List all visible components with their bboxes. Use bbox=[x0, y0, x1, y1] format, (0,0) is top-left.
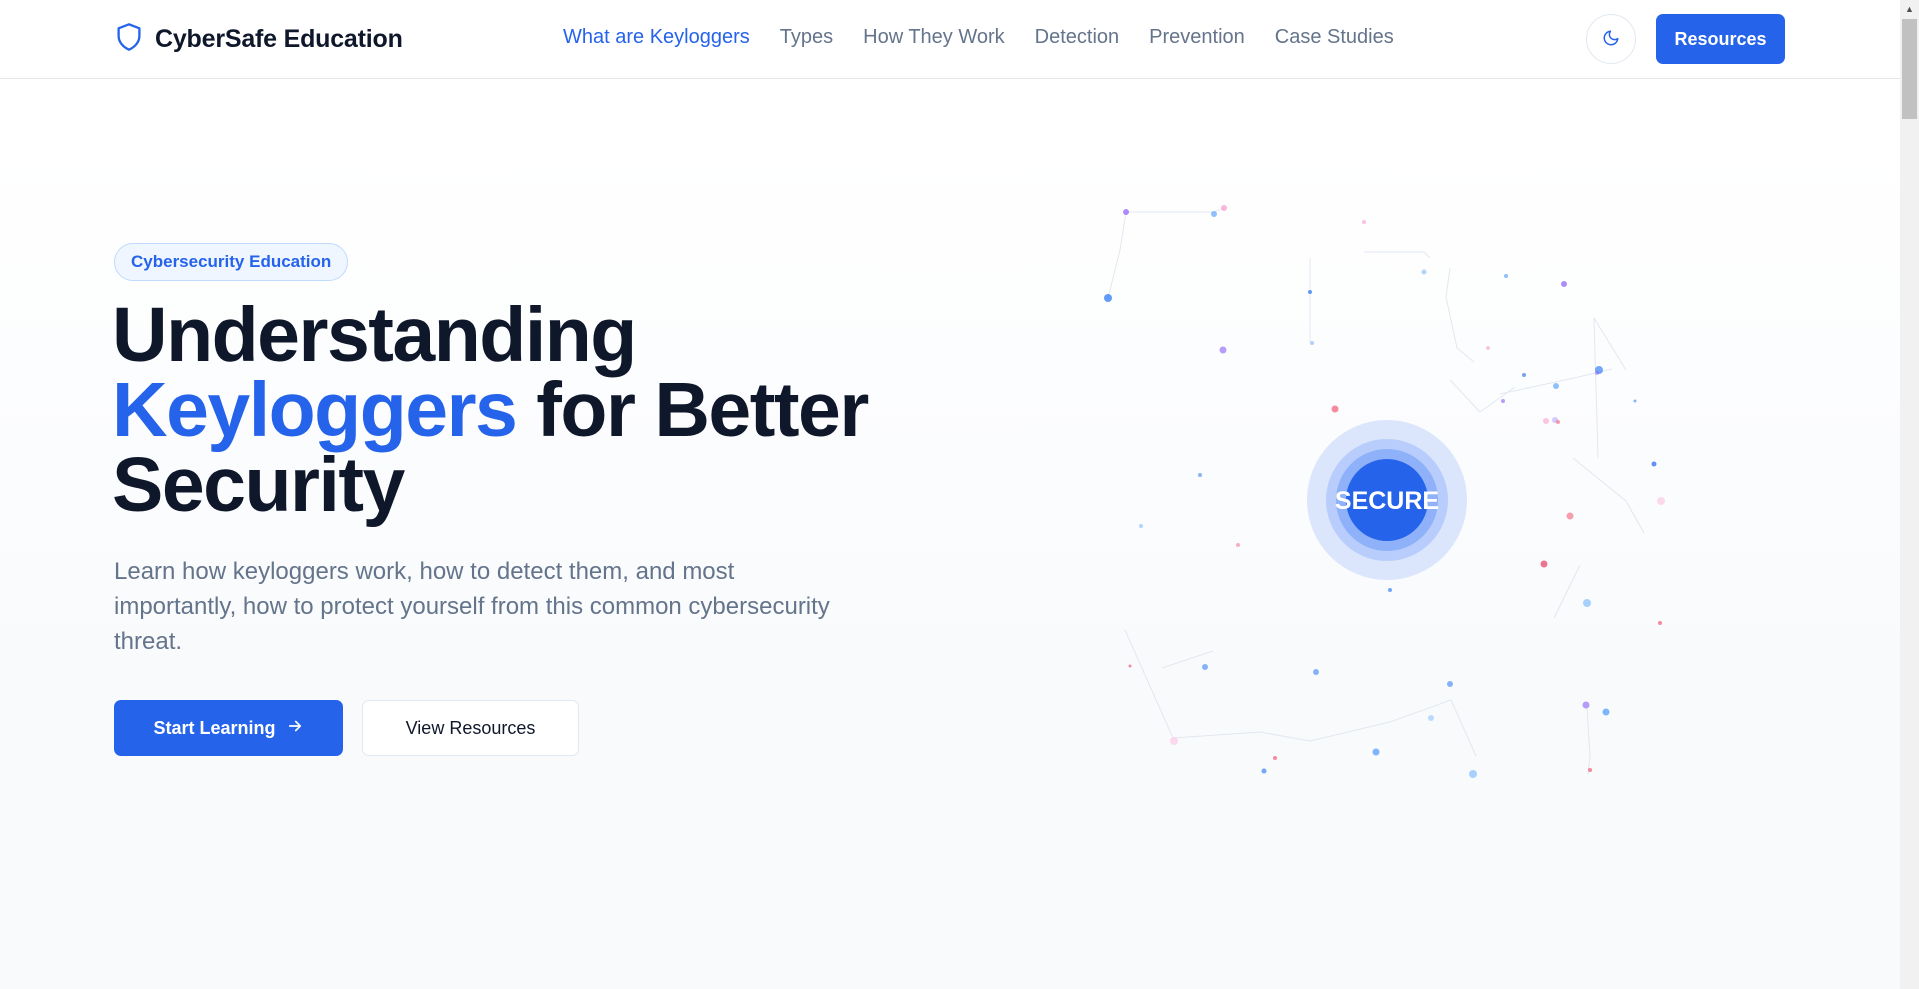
hero-subtitle: Learn how keyloggers work, how to detect… bbox=[114, 558, 830, 655]
scrollbar-thumb[interactable] bbox=[1902, 19, 1917, 119]
brand-logo[interactable]: CyberSafe Education bbox=[115, 22, 403, 57]
page-scrollbar[interactable]: ▲ bbox=[1900, 0, 1919, 989]
nav-item-detection[interactable]: Detection bbox=[1035, 26, 1120, 49]
brand-name: CyberSafe Education bbox=[155, 25, 403, 53]
secure-emblem: SECURE bbox=[1307, 420, 1467, 580]
hero-title-part1: Understanding bbox=[112, 292, 637, 378]
theme-toggle-button[interactable] bbox=[1586, 14, 1636, 64]
nav-item-types[interactable]: Types bbox=[780, 26, 833, 49]
site-header: CyberSafe Education What are Keyloggers … bbox=[0, 0, 1900, 79]
nav-item-prevention[interactable]: Prevention bbox=[1149, 26, 1245, 49]
page: CyberSafe Education What are Keyloggers … bbox=[0, 0, 1900, 989]
start-learning-button[interactable]: Start Learning bbox=[114, 700, 343, 756]
secure-label: SECURE bbox=[1335, 487, 1439, 515]
network-visual: SECURE bbox=[1070, 200, 1690, 800]
nav-item-what-are-keyloggers[interactable]: What are Keyloggers bbox=[563, 26, 750, 49]
resources-button[interactable]: Resources bbox=[1656, 14, 1785, 64]
network-graph: SECURE bbox=[1104, 205, 1665, 778]
moon-icon bbox=[1602, 29, 1620, 50]
hero-title-highlight: Keyloggers bbox=[112, 367, 518, 453]
start-learning-label: Start Learning bbox=[153, 717, 276, 738]
nav-item-case-studies[interactable]: Case Studies bbox=[1275, 26, 1394, 49]
shield-icon bbox=[115, 22, 143, 57]
hero-title: Understanding Keyloggers for Better Secu… bbox=[112, 297, 932, 524]
arrow-right-icon bbox=[286, 717, 304, 740]
scroll-up-arrow-icon[interactable]: ▲ bbox=[1900, 0, 1919, 17]
nav-item-how-they-work[interactable]: How They Work bbox=[863, 26, 1005, 49]
view-resources-button[interactable]: View Resources bbox=[362, 700, 579, 756]
main-nav: What are Keyloggers Types How They Work … bbox=[563, 26, 1394, 49]
category-badge: Cybersecurity Education bbox=[114, 243, 349, 281]
